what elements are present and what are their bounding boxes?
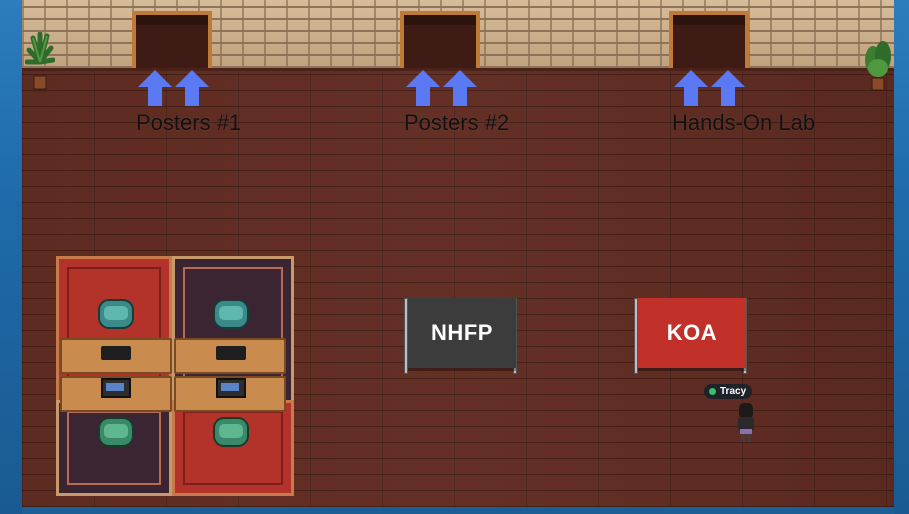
laptop-icon: [101, 346, 131, 360]
chair-icon[interactable]: [97, 414, 135, 448]
online-status-dot: [709, 388, 716, 395]
up-arrow-icon: [674, 70, 708, 106]
monitor-icon[interactable]: [101, 378, 131, 398]
laptop-icon: [216, 346, 246, 360]
player-name-tag: Tracy: [704, 384, 753, 399]
chair-icon[interactable]: [212, 414, 250, 448]
up-arrow-icon: [138, 70, 172, 106]
potted-plant-icon: [865, 41, 891, 91]
up-arrow-icon: [711, 70, 745, 106]
up-arrow-icon: [175, 70, 209, 106]
player-name: Tracy: [720, 386, 747, 397]
chair-icon[interactable]: [97, 298, 135, 332]
area-label-posters-2: Posters #2: [404, 110, 510, 135]
up-arrow-icon: [406, 70, 440, 106]
desktop-background-right: [894, 0, 909, 514]
chair-icon[interactable]: [212, 298, 250, 332]
up-arrow-icon: [443, 70, 477, 106]
nhfp-sign[interactable]: NHFP: [408, 298, 516, 368]
game-map[interactable]: Posters #1 Posters #2 Hands-On Lab NHFP …: [22, 0, 894, 507]
door-hands-on-lab[interactable]: [669, 11, 749, 68]
door-posters-2[interactable]: [400, 11, 480, 68]
area-label-posters-1: Posters #1: [136, 110, 242, 135]
desktop-background-left: [0, 0, 22, 514]
player-avatar[interactable]: [737, 403, 755, 443]
koa-sign[interactable]: KOA: [638, 298, 746, 368]
area-label-hands-on-lab: Hands-On Lab: [672, 110, 816, 135]
monitor-icon[interactable]: [216, 378, 246, 398]
potted-plant-icon: [25, 32, 55, 90]
door-posters-1[interactable]: [132, 11, 212, 68]
